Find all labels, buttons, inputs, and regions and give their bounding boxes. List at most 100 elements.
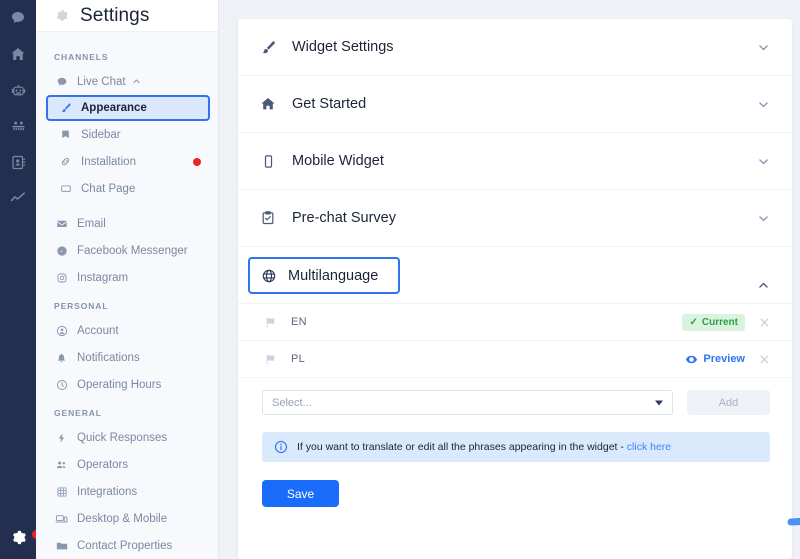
section-mobile-widget[interactable]: Mobile Widget <box>238 133 792 190</box>
save-row: Save <box>238 462 792 507</box>
sidebar-item-installation[interactable]: Installation <box>36 148 218 175</box>
language-select-placeholder: Select... <box>272 396 312 409</box>
sidebar-item-notifications[interactable]: Notifications <box>36 344 218 371</box>
sidebar-item-label: Live Chat <box>77 75 126 88</box>
sidebar-header: Settings <box>36 0 218 32</box>
settings-gear-icon[interactable] <box>0 519 41 555</box>
check-icon: ✓ <box>689 316 698 328</box>
remove-language-icon[interactable] <box>759 317 770 328</box>
sidebar-item-label: Instagram <box>77 271 129 284</box>
sidebar-item-label: Sidebar <box>81 128 121 141</box>
section-multilanguage-wrap: Multilanguage <box>238 257 792 304</box>
devices-icon <box>54 513 69 525</box>
global-nav-rail <box>0 0 41 559</box>
save-button[interactable]: Save <box>262 480 339 507</box>
flag-icon <box>264 353 277 366</box>
sidebar-group-label-personal: PERSONAL <box>54 301 109 311</box>
sidebar-group-label-channels: CHANNELS <box>54 52 109 62</box>
sidebar-item-live-chat[interactable]: Live Chat <box>36 68 218 95</box>
section-pre-chat-survey[interactable]: Pre-chat Survey <box>238 190 792 247</box>
bolt-icon <box>54 432 69 444</box>
translate-info-banner: If you want to translate or edit all the… <box>262 432 770 462</box>
bot-icon[interactable] <box>0 72 36 108</box>
add-language-row: Select... Add <box>238 378 792 427</box>
sidebar-nav: CHANNELS Live Chat Appearance Sidebar In… <box>36 32 218 559</box>
settings-sidebar: Settings CHANNELS Live Chat Appearance S… <box>36 0 219 559</box>
analytics-icon[interactable] <box>0 180 36 216</box>
brush-icon <box>258 39 278 56</box>
language-code: PL <box>291 353 306 365</box>
sidebar-item-label: Account <box>77 324 119 337</box>
sidebar-item-label: Integrations <box>77 485 138 498</box>
sidebar-item-label: Operators <box>77 458 129 471</box>
eye-icon <box>685 353 698 366</box>
sidebar-item-sidebar[interactable]: Sidebar <box>36 121 218 148</box>
section-widget-settings[interactable]: Widget Settings <box>238 19 792 76</box>
rail-icon-list <box>0 0 36 216</box>
sidebar-item-facebook-messenger[interactable]: Facebook Messenger <box>36 237 218 264</box>
section-label: Pre-chat Survey <box>292 210 396 226</box>
envelope-icon <box>54 218 69 230</box>
sidebar-item-integrations[interactable]: Integrations <box>36 478 218 505</box>
status-badge-label: Current <box>701 316 738 328</box>
chevron-down-icon[interactable] <box>757 41 770 54</box>
rail-bottom-group <box>0 519 41 555</box>
clock-icon <box>54 379 69 391</box>
sidebar-item-label: Chat Page <box>81 182 136 195</box>
link-icon <box>58 155 73 168</box>
sidebar-item-desktop-mobile[interactable]: Desktop & Mobile <box>36 505 218 532</box>
preview-language-button[interactable]: Preview <box>685 353 745 366</box>
sidebar-item-quick-responses[interactable]: Quick Responses <box>36 424 218 451</box>
sidebar-item-label: Operating Hours <box>77 378 162 391</box>
sidebar-item-instagram[interactable]: Instagram <box>36 264 218 291</box>
language-code: EN <box>291 316 307 328</box>
chevron-up-icon[interactable] <box>757 279 770 292</box>
sidebar-item-label: Notifications <box>77 351 140 364</box>
grid-icon <box>54 486 69 498</box>
chat-icon[interactable] <box>0 0 36 36</box>
page-title: Settings <box>80 4 150 26</box>
translate-info-text: If you want to translate or edit all the… <box>297 441 671 453</box>
sidebar-item-email[interactable]: Email <box>36 210 218 237</box>
flag-icon <box>264 316 277 329</box>
chevron-down-icon[interactable] <box>757 212 770 225</box>
section-get-started[interactable]: Get Started <box>238 76 792 133</box>
team-icon[interactable] <box>0 108 36 144</box>
chevron-down-icon[interactable] <box>757 155 770 168</box>
bell-icon <box>54 352 69 364</box>
section-multilanguage[interactable]: Multilanguage <box>248 257 400 294</box>
main-content: Widget Settings Get Started Mobile Widge… <box>219 0 800 559</box>
sidebar-item-label: Facebook Messenger <box>77 244 188 257</box>
globe-icon <box>259 268 279 284</box>
language-row-pl: PL Preview <box>238 341 792 378</box>
sidebar-item-contact-properties[interactable]: Contact Properties <box>36 532 218 559</box>
home-icon[interactable] <box>0 36 36 72</box>
sidebar-item-appearance[interactable]: Appearance <box>46 95 210 121</box>
chevron-down-icon[interactable] <box>757 98 770 111</box>
sidebar-item-label: Appearance <box>81 102 147 114</box>
sidebar-item-label: Contact Properties <box>77 539 173 552</box>
contacts-icon[interactable] <box>0 144 36 180</box>
preview-label: Preview <box>703 353 745 365</box>
settings-app: Settings CHANNELS Live Chat Appearance S… <box>0 0 800 559</box>
sidebar-item-label: Email <box>77 217 106 230</box>
chevron-down-icon <box>655 400 663 405</box>
sidebar-item-operators[interactable]: Operators <box>36 451 218 478</box>
click-here-link[interactable]: click here <box>627 441 671 453</box>
sidebar-item-chat-page[interactable]: Chat Page <box>36 175 218 202</box>
add-language-button[interactable]: Add <box>687 390 770 415</box>
sidebar-item-account[interactable]: Account <box>36 317 218 344</box>
remove-language-icon[interactable] <box>759 354 770 365</box>
settings-card: Widget Settings Get Started Mobile Widge… <box>238 19 792 559</box>
section-label: Multilanguage <box>288 267 379 284</box>
sidebar-item-label: Quick Responses <box>77 431 168 444</box>
language-select[interactable]: Select... <box>262 390 673 415</box>
info-circle-icon <box>274 440 288 454</box>
sidebar-group-label-general: GENERAL <box>54 408 102 418</box>
gear-icon <box>54 8 69 23</box>
sidebar-item-operating-hours[interactable]: Operating Hours <box>36 371 218 398</box>
chat-bubble-icon <box>54 76 69 88</box>
home-icon <box>258 96 278 112</box>
language-row-en: EN ✓ Current <box>238 304 792 341</box>
window-icon <box>58 183 73 195</box>
